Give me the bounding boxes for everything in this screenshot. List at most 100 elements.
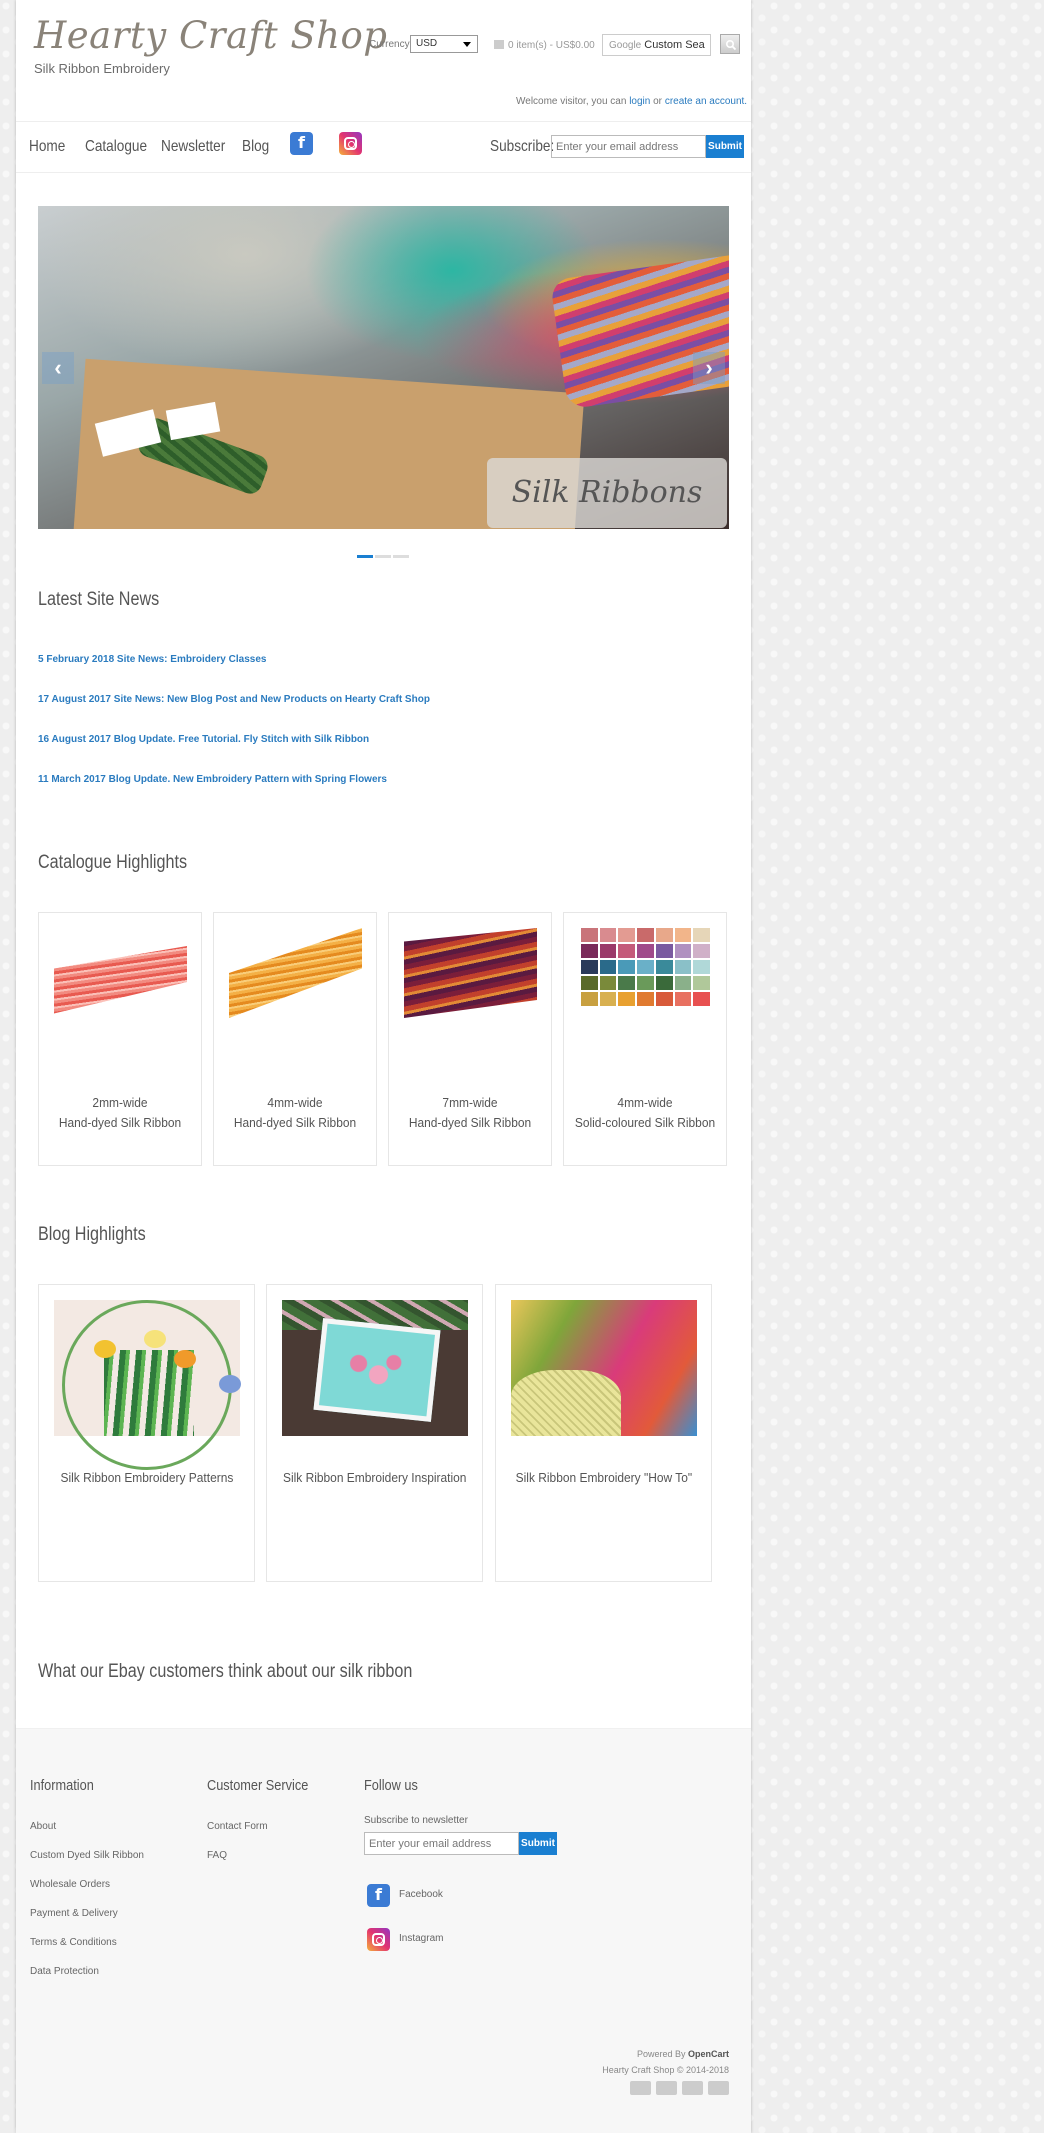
colour-swatch [581,992,598,1006]
instagram-link[interactable]: Instagram [399,1933,443,1944]
footer-link-data-protection[interactable]: Data Protection [30,1966,99,1977]
news-link[interactable]: 17 August 2017 Site News: New Blog Post … [38,694,430,705]
colour-swatch [655,944,673,958]
subscribe-email-input[interactable]: Enter your email address [551,135,706,158]
product-image [54,946,187,1014]
product-width: 4mm-wide [617,1095,673,1110]
product-width: 7mm-wide [442,1095,498,1110]
colour-swatch [655,928,673,942]
footer-link-custom-dyed[interactable]: Custom Dyed Silk Ribbon [30,1850,144,1861]
footer: Information About Custom Dyed Silk Ribbo… [16,1728,751,2133]
search-provider-label: Google [609,40,642,51]
newsletter-label: Subscribe to newsletter [364,1815,468,1826]
fabric [511,1370,621,1436]
slide-caption: Silk Ribbons [487,458,727,528]
colour-swatch [581,976,598,990]
colour-swatch [655,992,673,1006]
colour-swatch [618,976,636,990]
product-card[interactable]: 2mm-wide Hand-dyed Silk Ribbon [38,912,202,1166]
footer-link-terms[interactable]: Terms & Conditions [30,1937,117,1948]
blog-title-text: Silk Ribbon Embroidery Inspiration [282,1470,467,1485]
product-name: Hand-dyed Silk Ribbon [58,1115,182,1130]
subscribe-label: Subscribe: [490,138,555,155]
product-title: 4mm-wide Solid-coloured Silk Ribbon [564,1093,726,1133]
amex-icon [708,2081,729,2095]
main-nav: Home Catalogue Newsletter Blog f Subscri… [16,121,751,173]
colour-swatch [674,944,692,958]
colour-swatch [655,976,673,990]
footer-link-wholesale[interactable]: Wholesale Orders [30,1879,110,1890]
news-link[interactable]: 16 August 2017 Blog Update. Free Tutoria… [38,734,369,745]
blog-title: Silk Ribbon Embroidery Patterns [39,1470,254,1485]
footer-link-payment[interactable]: Payment & Delivery [30,1908,118,1919]
welcome-or: or [653,96,663,107]
nav-blog[interactable]: Blog [242,138,269,156]
footer-link-about[interactable]: About [30,1821,56,1832]
flower [219,1375,241,1393]
blog-card[interactable]: Silk Ribbon Embroidery Patterns [38,1284,255,1582]
product-card[interactable]: 4mm-wide Hand-dyed Silk Ribbon [213,912,377,1166]
colour-swatch [693,992,710,1006]
newsletter-submit-button[interactable]: Submit [519,1832,557,1855]
slider-dot[interactable] [393,555,409,558]
product-image [229,928,362,1018]
site-logo[interactable]: Hearty Craft Shop [34,14,387,57]
subscribe-submit-button[interactable]: Submit [706,135,744,158]
chevron-down-icon [463,42,471,47]
search-button[interactable] [720,34,740,54]
flower [94,1340,116,1358]
product-image [579,928,712,1018]
news-link[interactable]: 11 March 2017 Blog Update. New Embroider… [38,774,387,785]
hero-slider[interactable]: Silk Ribbons ‹ › [38,206,729,529]
slider-dot[interactable] [357,555,373,558]
footer-link-faq[interactable]: FAQ [207,1850,227,1861]
colour-swatch [581,960,598,974]
search-input[interactable]: Google Custom Sea [602,34,711,56]
facebook-link[interactable]: Facebook [399,1889,443,1900]
colour-swatch [637,976,654,990]
welcome-message: Welcome visitor, you can login or create… [516,96,747,107]
blog-section-title: Blog Highlights [38,1224,146,1245]
instagram-icon[interactable] [367,1928,390,1951]
slider-prev-icon[interactable]: ‹ [42,352,74,384]
maestro-icon [682,2081,703,2095]
footer-link-contact[interactable]: Contact Form [207,1821,268,1832]
colour-swatch [637,992,654,1006]
product-card[interactable]: 4mm-wide Solid-coloured Silk Ribbon [563,912,727,1166]
slider-dot[interactable] [375,555,391,558]
nav-catalogue[interactable]: Catalogue [85,138,147,156]
product-name: Hand-dyed Silk Ribbon [408,1115,532,1130]
blog-title: Silk Ribbon Embroidery Inspiration [267,1470,482,1485]
powered-by-label: Powered By [636,2049,686,2059]
blog-image-ribbons [511,1300,697,1436]
search-icon [725,39,737,51]
product-card[interactable]: 7mm-wide Hand-dyed Silk Ribbon [388,912,552,1166]
colour-swatch [674,992,692,1006]
login-link[interactable]: login [629,96,650,107]
colour-swatch [618,992,636,1006]
blog-image-daffodils [54,1300,241,1470]
newsletter-email-input[interactable]: Enter your email address [364,1832,519,1855]
news-section-title: Latest Site News [38,589,160,610]
colour-swatch [637,928,654,942]
facebook-icon[interactable]: f [290,132,313,155]
news-link[interactable]: 5 February 2018 Site News: Embroidery Cl… [38,654,266,665]
product-image [404,928,537,1018]
page: Hearty Craft Shop Silk Ribbon Embroidery… [16,0,751,2133]
nav-home[interactable]: Home [29,138,65,156]
blog-card[interactable]: Silk Ribbon Embroidery Inspiration [266,1284,483,1582]
blog-card[interactable]: Silk Ribbon Embroidery "How To" [495,1284,712,1582]
colour-swatch [581,928,598,942]
cart-summary[interactable]: 0 item(s) - US$0.00 [494,40,595,51]
create-account-link[interactable]: create an account. [665,96,747,107]
powered-by-name[interactable]: OpenCart [688,2049,729,2059]
currency-select[interactable]: USD [410,35,478,53]
colour-swatch [599,928,617,942]
facebook-icon[interactable]: f [367,1884,390,1907]
instagram-icon[interactable] [339,132,362,155]
search-value: Custom Sea [644,39,705,51]
slider-next-icon[interactable]: › [693,352,725,384]
nav-newsletter[interactable]: Newsletter [161,138,225,156]
footer-service-title: Customer Service [207,1777,309,1794]
welcome-text: Welcome visitor, you can [516,96,627,107]
